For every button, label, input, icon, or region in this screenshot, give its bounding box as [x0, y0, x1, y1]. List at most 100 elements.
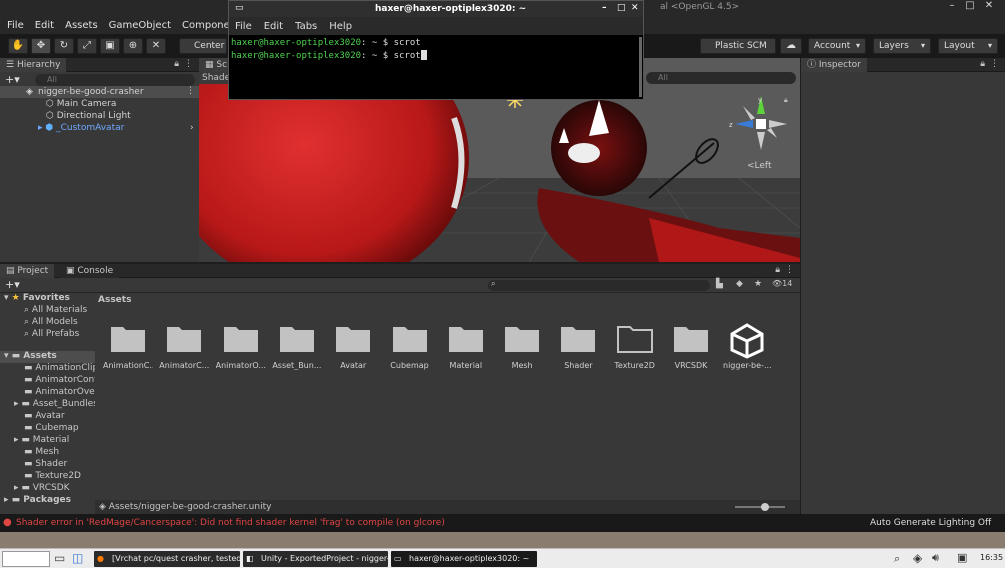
tree-folder[interactable]: ▬ AnimatorCont — [24, 375, 98, 385]
terminal-menu-edit[interactable]: Edit — [264, 21, 283, 32]
unity-tray-icon[interactable]: ◈ — [913, 551, 922, 565]
filter-type-icon[interactable]: ▙ — [716, 279, 723, 289]
minimize-button[interactable]: – — [602, 3, 607, 13]
transform-tool-icon[interactable]: ⊕ — [123, 38, 143, 54]
task-firefox[interactable]: ●[Vrchat pc/quest crasher, tested o... — [94, 551, 240, 567]
layout-dropdown[interactable]: Layout ▾ — [938, 38, 998, 54]
volume-icon[interactable]: 🔊︎ — [932, 551, 939, 565]
chevron-right-icon[interactable]: › — [190, 123, 194, 133]
maximize-button[interactable]: □ — [617, 3, 626, 13]
scene-search-input[interactable]: All — [646, 72, 796, 84]
terminal-tray-icon[interactable]: ▣ — [957, 551, 967, 564]
scale-tool-icon[interactable]: ⤢ — [77, 38, 97, 54]
scene-row[interactable]: ◈ nigger-be-good-crasher ⋮ — [0, 86, 199, 98]
tree-folder[interactable]: ▬ AnimationClip — [24, 363, 98, 373]
tree-folder[interactable]: ▬ AnimatorOver — [24, 387, 98, 397]
tree-folder[interactable]: ▸ ▬ Material — [14, 435, 69, 445]
tree-folder[interactable]: ▬ Avatar — [24, 411, 65, 421]
hierarchy-search-input[interactable]: All — [35, 74, 195, 86]
custom-tool-icon[interactable]: ✕ — [146, 38, 166, 54]
menu-assets[interactable]: Assets — [65, 20, 98, 31]
more-icon[interactable]: ⋮ — [184, 59, 193, 69]
more-icon[interactable]: ⋮ — [990, 59, 999, 69]
shading-mode-dropdown[interactable]: Shade — [199, 72, 230, 84]
packages-root[interactable]: ▸ ▬ Packages — [4, 495, 71, 505]
files-icon[interactable]: ▭ — [54, 551, 65, 565]
tab-inspector[interactable]: ⓘ Inspector — [801, 58, 867, 72]
tree-folder[interactable]: ▬ Mesh — [24, 447, 59, 457]
account-dropdown[interactable]: Account ▾ — [808, 38, 866, 54]
asset-folder[interactable]: Cubemap — [385, 323, 435, 370]
lighting-status[interactable]: Auto Generate Lighting Off — [870, 518, 991, 528]
terminal-window[interactable]: ▭ haxer@haxer-optiplex3020: ~ – □ ✕ File… — [228, 0, 644, 100]
project-search-input[interactable]: ⌕ — [488, 279, 710, 291]
terminal-scrollbar[interactable] — [639, 37, 642, 97]
terminal-menu-tabs[interactable]: Tabs — [295, 21, 317, 32]
maximize-button[interactable]: □ — [963, 0, 977, 16]
favorite-all-prefabs[interactable]: ⌕ All Prefabs — [24, 329, 79, 339]
tree-folder[interactable]: ▸ ▬ Asset_Bundles — [14, 399, 98, 409]
task-terminal[interactable]: ▭ haxer@haxer-optiplex3020: ~ — [391, 551, 537, 567]
close-button[interactable]: ✕ — [982, 0, 996, 16]
asset-folder[interactable]: Asset_Bun... — [272, 323, 322, 370]
move-tool-icon[interactable]: ✥ — [31, 38, 51, 54]
asset-folder[interactable]: Mesh — [497, 323, 547, 370]
task-unity[interactable]: ◧Unity - ExportedProject - nigger-b... — [243, 551, 388, 567]
assets-root[interactable]: ▾ ▬ Assets — [0, 351, 95, 363]
add-icon[interactable]: +▾ — [5, 278, 20, 291]
terminal-menu-help[interactable]: Help — [329, 21, 352, 32]
asset-folder[interactable]: AnimationC... — [103, 323, 153, 370]
hierarchy-item-directional-light[interactable]: ⬡ Directional Light — [46, 111, 131, 121]
slider-thumb[interactable] — [761, 503, 769, 511]
menu-gameobject[interactable]: GameObject — [109, 20, 171, 31]
tab-console[interactable]: ▣ Console — [60, 264, 120, 278]
close-button[interactable]: ✕ — [631, 3, 639, 13]
asset-folder[interactable]: AnimatorC... — [159, 323, 209, 370]
tree-folder[interactable]: ▸ ▬ VRCSDK — [14, 483, 70, 493]
lock-icon[interactable]: 🔒︎ — [775, 265, 780, 275]
filter-label-icon[interactable]: ◆ — [736, 279, 743, 289]
tab-hierarchy[interactable]: ☰ Hierarchy — [0, 58, 67, 72]
asset-folder[interactable]: Shader — [553, 323, 603, 370]
more-icon[interactable]: ⋮ — [785, 265, 794, 275]
add-icon[interactable]: +▾ — [5, 73, 20, 86]
more-icon[interactable]: ⋮ — [186, 86, 195, 96]
favorite-star-icon[interactable]: ★ — [754, 279, 762, 289]
icon-size-slider[interactable] — [735, 503, 785, 511]
clock[interactable]: 16:35 — [980, 553, 1003, 562]
menu-component[interactable]: Compone — [182, 20, 230, 31]
plastic-scm-button[interactable]: Plastic SCM — [700, 38, 776, 54]
layers-dropdown[interactable]: Layers ▾ — [873, 38, 931, 54]
hierarchy-item-main-camera[interactable]: ⬡ Main Camera — [46, 99, 116, 109]
lock-icon[interactable]: 🔒︎ — [980, 59, 985, 69]
tab-project[interactable]: ▤ Project — [0, 264, 55, 278]
tree-folder[interactable]: ▬ Texture2D — [24, 471, 81, 481]
favorite-all-materials[interactable]: ⌕ All Materials — [24, 305, 87, 315]
asset-folder[interactable]: Avatar — [328, 323, 378, 370]
asset-folder[interactable]: VRCSDK — [666, 323, 716, 370]
asset-folder[interactable]: Material — [441, 323, 491, 370]
rect-tool-icon[interactable]: ▣ — [100, 38, 120, 54]
assets-breadcrumb[interactable]: Assets — [98, 295, 131, 305]
menu-edit[interactable]: Edit — [35, 20, 54, 31]
tree-folder[interactable]: ▬ Shader — [24, 459, 67, 469]
pivot-center-toggle[interactable]: Center — [179, 38, 227, 54]
cloud-icon[interactable]: ☁ — [780, 38, 802, 54]
hand-tool-icon[interactable]: ✋ — [8, 38, 28, 54]
status-bar[interactable]: ● Shader error in 'RedMage/Cancerspace':… — [0, 514, 1005, 532]
lock-icon[interactable]: 🔒︎ — [174, 59, 179, 69]
menu-file[interactable]: File — [7, 20, 24, 31]
hierarchy-item-custom-avatar[interactable]: ▸ ⬢ _CustomAvatar — [38, 123, 124, 133]
menu-icon[interactable] — [2, 551, 50, 567]
rotate-tool-icon[interactable]: ↻ — [54, 38, 74, 54]
search-icon[interactable]: ⌕ — [894, 552, 900, 566]
hidden-packages-count[interactable]: 👁︎14 — [772, 279, 792, 288]
asset-folder[interactable]: AnimatorO... — [216, 323, 266, 370]
tree-folder[interactable]: ▬ Cubemap — [24, 423, 79, 433]
scene-gizmo[interactable]: y z <Left — [729, 92, 794, 172]
favorite-all-models[interactable]: ⌕ All Models — [24, 317, 78, 327]
favorites-header[interactable]: ▾ ★ Favorites — [4, 293, 70, 303]
asset-folder[interactable]: Texture2D — [610, 323, 660, 370]
asset-scene-file[interactable]: nigger-be-... — [722, 323, 772, 370]
desktop-icon[interactable]: ◫ — [72, 551, 83, 565]
